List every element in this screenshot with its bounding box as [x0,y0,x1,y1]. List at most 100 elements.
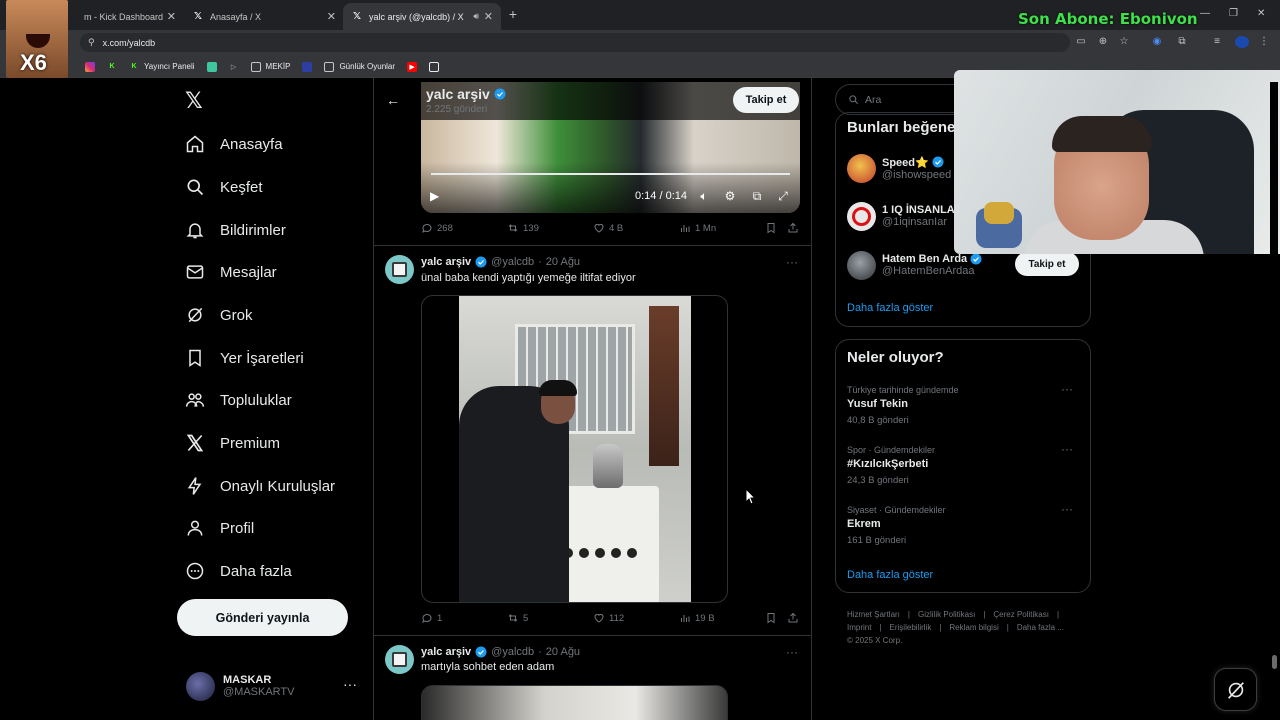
nav-item-premium[interactable]: Premium [185,431,280,455]
footer-link-privacy[interactable]: Gizlilik Politikası [918,610,975,619]
nav-item-notifications[interactable]: Bildirimler [185,218,286,242]
post-author-name[interactable]: yalc arşiv [421,646,471,658]
bookmark-gunluk-oyunlar[interactable]: Günlük Oyunlar [324,61,395,72]
like-button[interactable]: 112 [593,612,624,624]
show-more-link[interactable]: Daha fazla göster [847,569,933,581]
more-dots-icon[interactable]: ··· [1061,502,1073,516]
nav-item-bookmarks[interactable]: Yer İşaretleri [185,346,304,370]
bookmark-arrow[interactable]: ▷ [229,62,239,72]
post-button[interactable]: Gönderi yayınla [177,599,348,636]
repost-button[interactable]: 139 [507,222,539,234]
x-logo-icon[interactable]: 𝕏 [185,90,207,112]
bookmark-button[interactable] [765,612,777,624]
share-button[interactable] [787,612,799,624]
post-video[interactable] [421,685,728,720]
reply-button[interactable]: 1 [421,612,442,624]
trend-item[interactable]: Türkiye tarihinde gündemde Yusuf Tekin 4… [847,382,1079,426]
video-progress-bar[interactable] [431,173,790,175]
menu-kebab-icon[interactable]: ⋮ [1258,36,1270,48]
post-more-icon[interactable]: ··· [786,645,798,659]
repost-button[interactable]: 5 [507,612,528,624]
nav-item-grok[interactable]: Grok [185,303,253,327]
restore-icon[interactable]: ❐ [1229,8,1238,19]
close-icon[interactable]: ✕ [327,10,336,23]
post-more-icon[interactable]: ··· [786,255,798,269]
reply-button[interactable]: 268 [421,222,453,234]
footer-link-cookies[interactable]: Çerez Politikası [993,610,1049,619]
avatar[interactable] [385,255,414,284]
profile-avatar-icon[interactable] [1235,36,1249,48]
bookmark-app-3[interactable] [429,61,440,72]
suggested-account[interactable]: 1 IQ İNSANLA @1iqinsanIar [847,200,955,232]
bookmark-button[interactable] [765,222,777,234]
bookmark-instagram[interactable] [85,61,95,72]
post-author-name[interactable]: yalc arşiv [421,256,471,268]
follow-button[interactable]: Takip et [733,87,799,113]
post-date[interactable]: 20 Ağu [546,646,580,658]
nav-item-home[interactable]: Anasayfa [185,132,283,156]
play-icon[interactable]: ▶ [430,189,442,203]
footer-link-ads-info[interactable]: Reklam bilgisi [949,623,998,632]
address-bar[interactable]: ⚲ x.com/yalcdb [80,33,1070,52]
bookmark-mekip[interactable]: MEKİP [250,61,290,72]
volume-icon[interactable]: 🔈︎ [697,189,711,203]
star-icon[interactable]: ☆ [1118,36,1130,48]
search-input[interactable]: Ara [865,94,881,106]
cast-icon[interactable]: ▭ [1075,36,1087,48]
views-button[interactable]: 1 Mn [679,222,716,234]
who-to-follow-title: Bunları beğene [847,119,956,136]
like-button[interactable]: 4 B [593,222,623,234]
follow-button[interactable]: Takip et [1015,252,1079,276]
more-dots-icon[interactable]: ··· [1061,382,1073,396]
grok-floating-button[interactable] [1214,668,1257,711]
bookmark-kick[interactable]: K [107,62,117,72]
tab-yalc-arsiv[interactable]: 𝕏 yalc arşiv (@yalcdb) / X 🔊︎ ✕ [343,3,501,30]
footer-link-accessibility[interactable]: Erişilebilirlik [890,623,932,632]
trend-item[interactable]: Siyaset · Gündemdekiler Ekrem 161 B gönd… [847,502,1079,546]
back-arrow-icon[interactable]: ← [386,92,400,108]
nav-item-explore[interactable]: Keşfet [185,175,263,199]
tab-anasayfa[interactable]: 𝕏 Anasayfa / X ✕ [184,3,344,30]
footer-link-terms[interactable]: Hizmet Şartları [847,610,900,619]
footer-link-more[interactable]: Daha fazla ... [1017,623,1064,632]
media-controls-icon[interactable]: ≡ [1211,36,1223,48]
minimize-icon[interactable]: — [1200,8,1210,19]
nav-item-more[interactable]: Daha fazla [185,559,292,583]
nav-item-communities[interactable]: Topluluklar [185,388,292,412]
share-button[interactable] [787,222,799,234]
avatar [186,671,215,701]
page-scrollbar[interactable] [1270,82,1278,720]
trend-item[interactable]: Spor · Gündemdekiler #KızılcıkŞerbeti 24… [847,442,1079,486]
avatar[interactable] [385,645,414,674]
picture-in-picture-icon[interactable]: ⧉ [750,189,764,203]
post-date[interactable]: 20 Ağu [546,256,580,268]
new-tab-button[interactable]: + [506,6,520,22]
extension-shield-icon[interactable]: ◉ [1151,36,1163,48]
bookmark-app-2[interactable] [302,61,313,72]
post-video[interactable] [421,295,728,603]
more-dots-icon[interactable]: ··· [1061,442,1073,456]
gear-icon[interactable]: ⚙ [723,189,737,203]
nav-item-messages[interactable]: Mesajlar [185,260,277,284]
extensions-icon[interactable]: ⧉ [1176,36,1188,48]
close-icon[interactable]: ✕ [484,10,493,23]
show-more-link[interactable]: Daha fazla göster [847,302,933,314]
site-info-icon[interactable]: ⚲ [88,37,95,48]
bookmark-yayinci-paneli[interactable]: K Yayıncı Paneli [129,62,194,72]
bookmark-youtube[interactable]: ▶ [407,61,418,72]
nav-item-profile[interactable]: Profil [185,516,254,540]
post-author-handle[interactable]: @yalcdb [491,256,534,268]
nav-item-verified-orgs[interactable]: Onaylı Kuruluşlar [185,474,335,498]
window-close-icon[interactable]: ✕ [1257,8,1265,19]
bookmark-app[interactable] [206,61,217,72]
zoom-icon[interactable]: ⊕ [1097,36,1109,48]
account-switcher[interactable]: MASKAR @MASKARTV ··· [186,670,361,702]
close-icon[interactable]: ✕ [167,10,176,23]
scrollbar-thumb[interactable] [1272,655,1277,669]
suggested-account[interactable]: Speed⭐ @ishowspeed [847,152,951,184]
views-button[interactable]: 19 B [679,612,715,624]
fullscreen-icon[interactable]: ⤢ [776,189,790,203]
speaker-icon[interactable]: 🔊︎ [473,11,479,22]
footer-link-imprint[interactable]: Imprint [847,623,871,632]
post-author-handle[interactable]: @yalcdb [491,646,534,658]
